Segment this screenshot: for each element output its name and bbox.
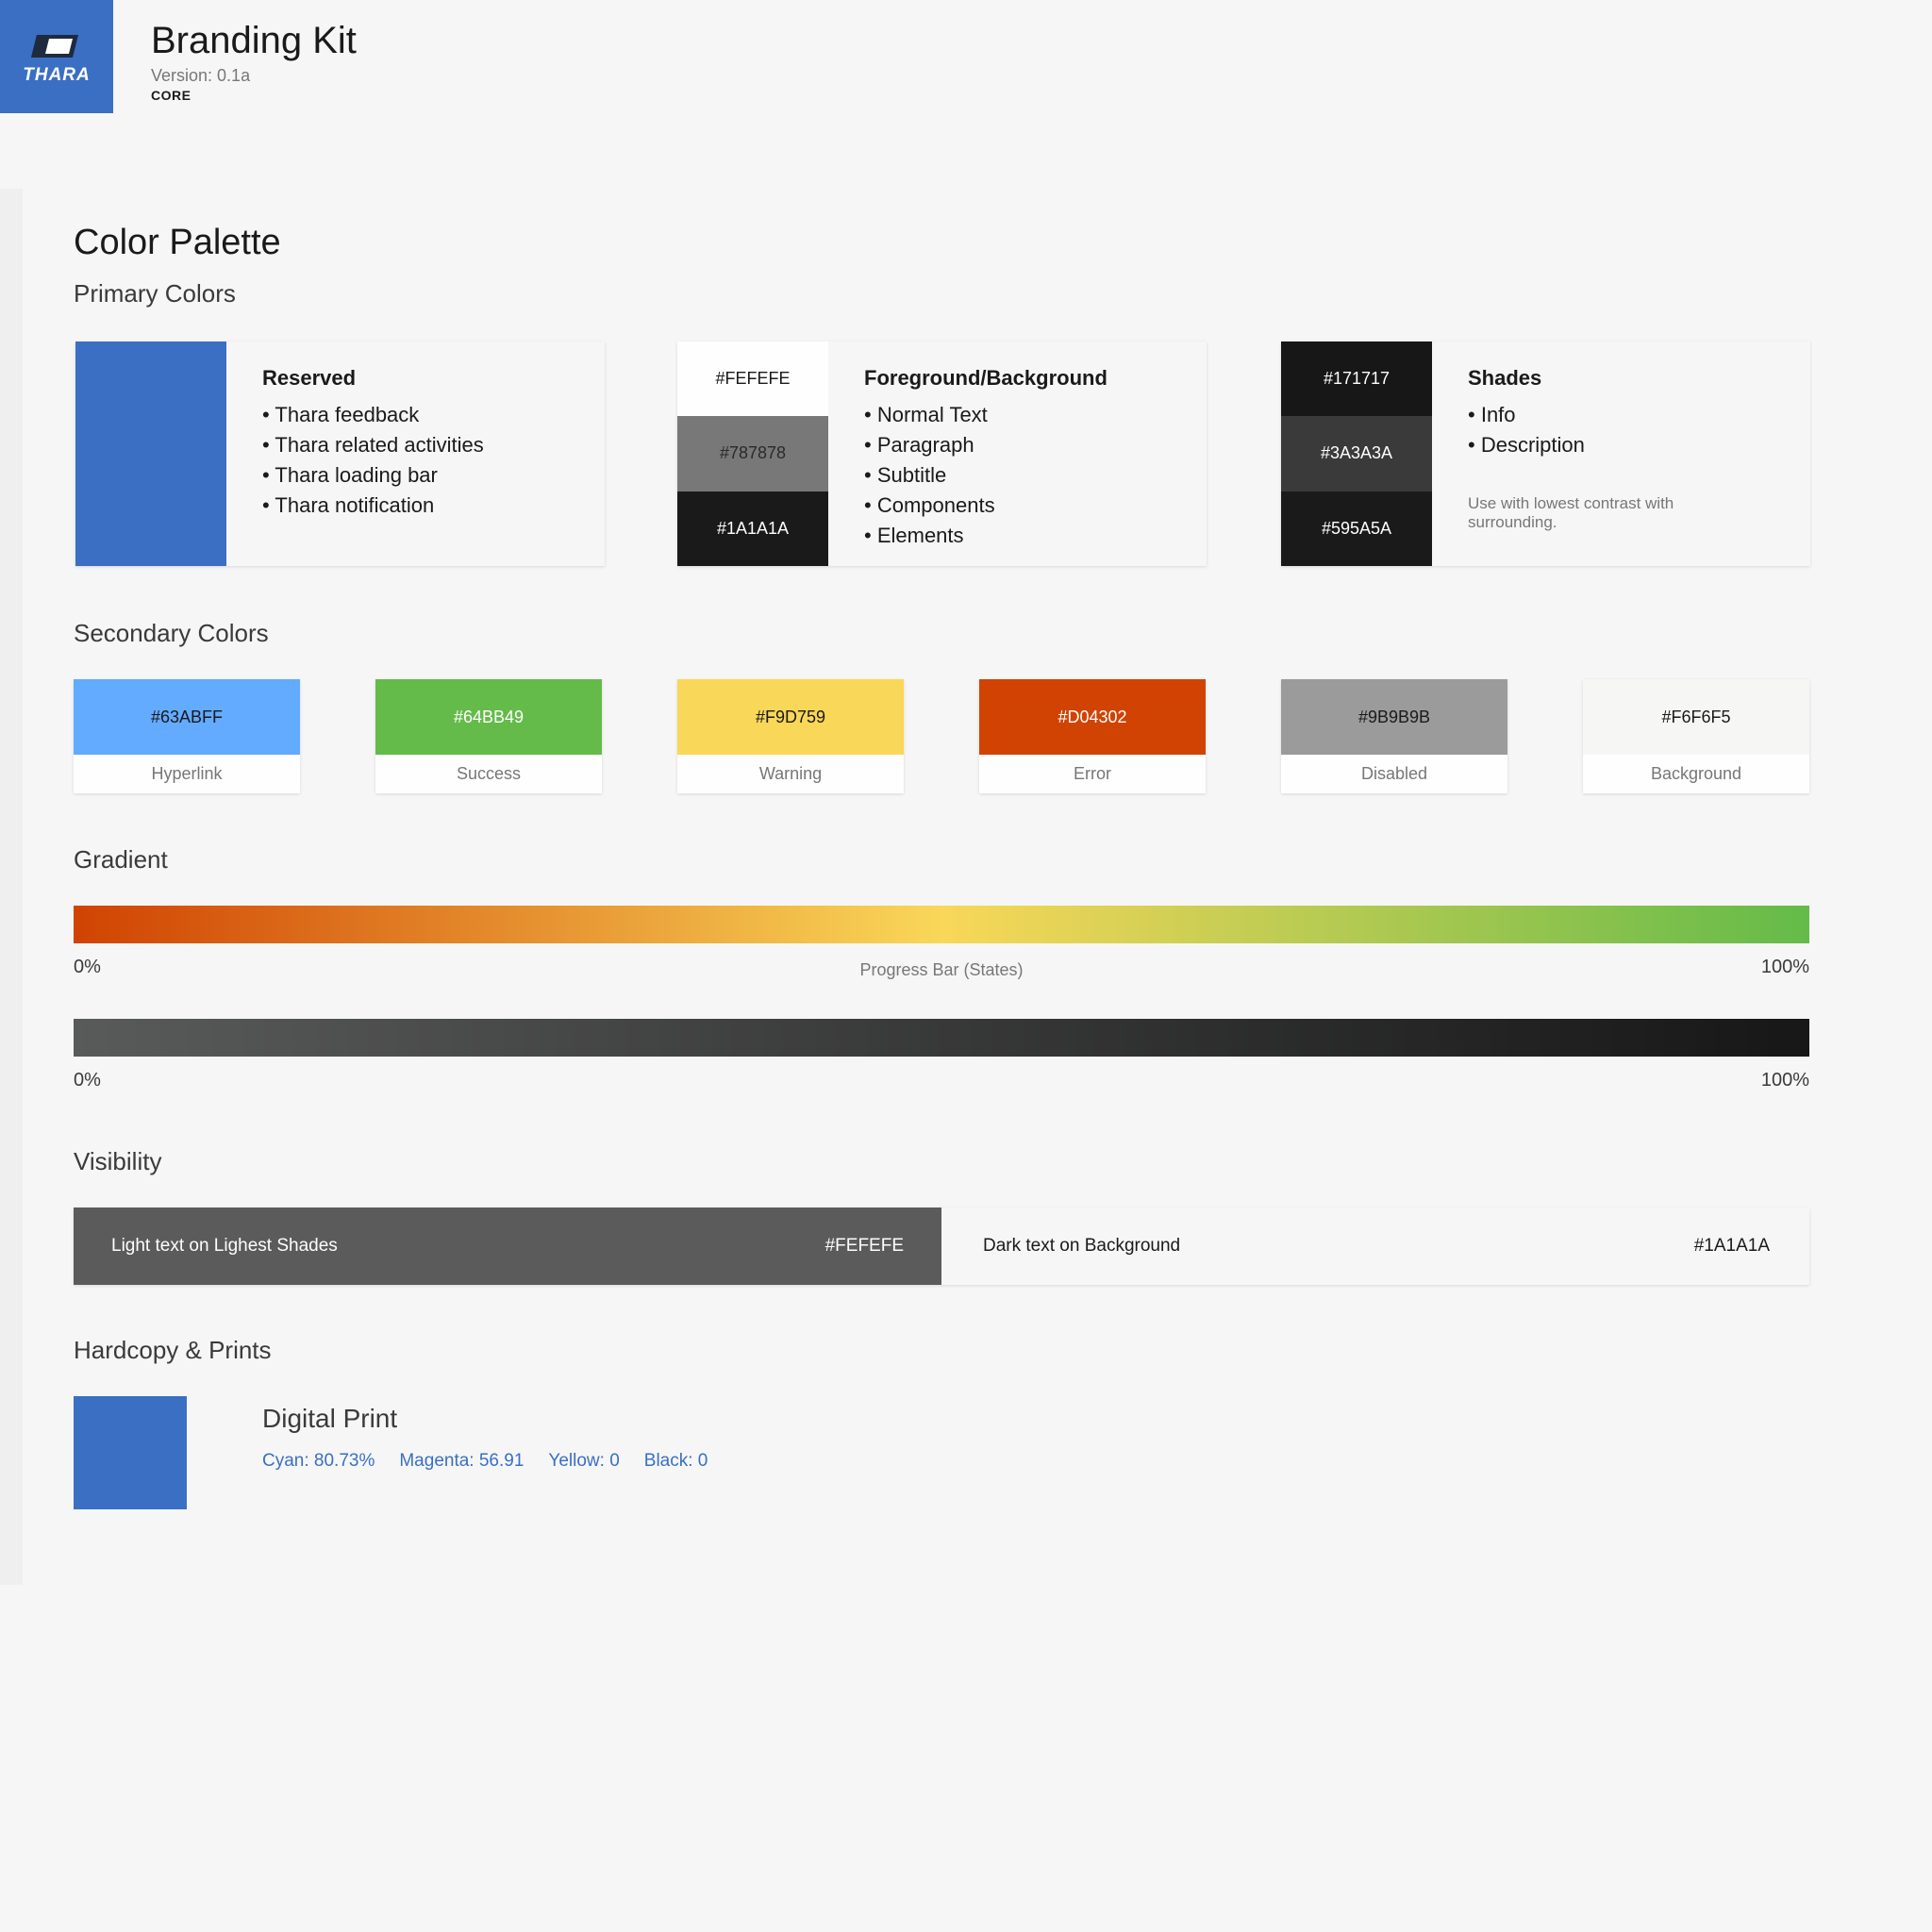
- foreground-swatch: #1A1A1A: [677, 491, 828, 566]
- tile-hex: #9B9B9B: [1281, 679, 1507, 755]
- visibility-heading: Visibility: [74, 1147, 162, 1175]
- color-tile-background: #F6F6F5 Background: [1583, 679, 1809, 793]
- header: Branding Kit Version: 0.1a CORE: [151, 19, 357, 103]
- thara-logo-icon: [31, 35, 78, 58]
- foreground-item: Subtitle: [864, 460, 1108, 491]
- color-palette-title: Color Palette: [74, 223, 281, 262]
- color-tile-disabled: #9B9B9B Disabled: [1281, 679, 1507, 793]
- gradient-heading: Gradient: [74, 845, 168, 874]
- tile-label: Warning: [758, 764, 823, 783]
- logo-text: THARA: [23, 65, 91, 85]
- color-tile-hyperlink: #63ABFF Hyperlink: [74, 679, 300, 793]
- print-swatch: [74, 1396, 187, 1509]
- foreground-item: Paragraph: [864, 430, 1108, 460]
- page-title: Branding Kit: [151, 20, 357, 61]
- tile-label: Error: [1074, 764, 1111, 783]
- light-text-sample: Light text on Lighest Shades #FEFEFE: [74, 1208, 941, 1285]
- light-text-label: Light text on Lighest Shades: [111, 1236, 338, 1256]
- tile-label: Background: [1650, 764, 1742, 783]
- version-label: Version: 0.1a: [151, 66, 251, 85]
- print-value: Black: 0: [643, 1451, 708, 1471]
- side-strip: [0, 189, 23, 1585]
- reserved-item: Thara feedback: [262, 400, 484, 430]
- print-values: Cyan: 80.73% Magenta: 56.91 Yellow: 0 Black…: [262, 1451, 708, 1472]
- reserved-swatch: [75, 341, 226, 566]
- tile-hex: #F9D759: [677, 679, 904, 755]
- tile-hex: #63ABFF: [74, 679, 300, 755]
- shades-title: Shades: [1468, 366, 1542, 390]
- color-tile-success: #64BB49 Success: [375, 679, 602, 793]
- dark-text-hex: #1A1A1A: [1693, 1236, 1770, 1256]
- reserved-title: Reserved: [262, 366, 357, 390]
- foreground-title: Foreground/Background: [864, 366, 1108, 390]
- thara-logo: THARA: [0, 0, 113, 113]
- foreground-swatch: #787878: [677, 416, 828, 491]
- foreground-card: #FEFEFE #787878 #1A1A1A Foreground/Backgro…: [677, 341, 1207, 566]
- tile-label: Disabled: [1360, 764, 1428, 783]
- progress-gradient-bar: [74, 906, 1809, 943]
- light-text-hex: #FEFEFE: [824, 1236, 904, 1256]
- reserved-item: Thara notification: [262, 491, 484, 521]
- reserved-list: Thara feedbackThara related activitiesTh…: [262, 400, 484, 521]
- print-value: Cyan: 80.73%: [262, 1451, 375, 1471]
- foreground-item: Normal Text: [864, 400, 1108, 430]
- print-value: Yellow: 0: [548, 1451, 620, 1471]
- foreground-swatch: #FEFEFE: [677, 341, 828, 417]
- shades-note: Use with lowest contrast with surroundin…: [1468, 494, 1674, 531]
- reserved-card: Reserved Thara feedbackThara related act…: [75, 341, 605, 566]
- foreground-item: Components: [864, 491, 1108, 521]
- print-heading: Hardcopy & Prints: [74, 1336, 272, 1364]
- print-value: Magenta: 56.91: [399, 1451, 525, 1471]
- tile-hex: #F6F6F5: [1583, 679, 1809, 755]
- tile-hex: #D04302: [979, 679, 1206, 755]
- shades-item: Info: [1468, 400, 1741, 430]
- tile-label: Success: [456, 764, 522, 783]
- shade-swatch: #595A5A: [1281, 491, 1432, 566]
- foreground-swatches: #FEFEFE #787878 #1A1A1A: [677, 341, 828, 566]
- foreground-item: Elements: [864, 521, 1108, 551]
- visibility-panel: Light text on Lighest Shades #FEFEFE Dar…: [74, 1208, 1809, 1285]
- core-tag: CORE: [151, 88, 192, 103]
- shade-swatch: #3A3A3A: [1281, 416, 1432, 491]
- dark-text-label: Dark text on Background: [983, 1236, 1181, 1256]
- reserved-item: Thara related activities: [262, 430, 483, 460]
- tile-hex: #64BB49: [375, 679, 602, 755]
- color-tile-warning: #F9D759 Warning: [677, 679, 904, 793]
- shades-swatches: #171717 #3A3A3A #595A5A: [1281, 341, 1432, 566]
- color-tile-error: #D04302 Error: [979, 679, 1206, 793]
- reserved-item: Thara loading bar: [262, 460, 484, 491]
- dark-text-sample: Dark text on Background #1A1A1A: [941, 1208, 1809, 1285]
- progress-gradient-caption: Progress Bar (States): [859, 960, 1024, 979]
- shades-item: Description: [1468, 430, 1741, 460]
- shades-list: InfoDescription: [1468, 400, 1741, 460]
- shades-card: #171717#3A3A3A#595A5A Shades InfoDescrip…: [1281, 341, 1810, 566]
- foreground-list: Normal TextParagraphSubtitleComponentsEl…: [864, 400, 1108, 551]
- dark-gradient-start: 0%: [74, 1070, 101, 1091]
- dark-gradient-end: 100%: [1760, 1070, 1809, 1091]
- shade-swatch: #171717: [1281, 341, 1432, 417]
- tile-label: Hyperlink: [151, 764, 223, 783]
- secondary-colors-heading: Secondary Colors: [74, 619, 269, 647]
- reserved-color: [75, 341, 226, 566]
- print-title: Digital Print: [262, 1404, 398, 1433]
- primary-colors-heading: Primary Colors: [74, 279, 236, 308]
- dark-gradient-bar: [74, 1019, 1809, 1057]
- progress-gradient-end: 100%: [1760, 957, 1809, 977]
